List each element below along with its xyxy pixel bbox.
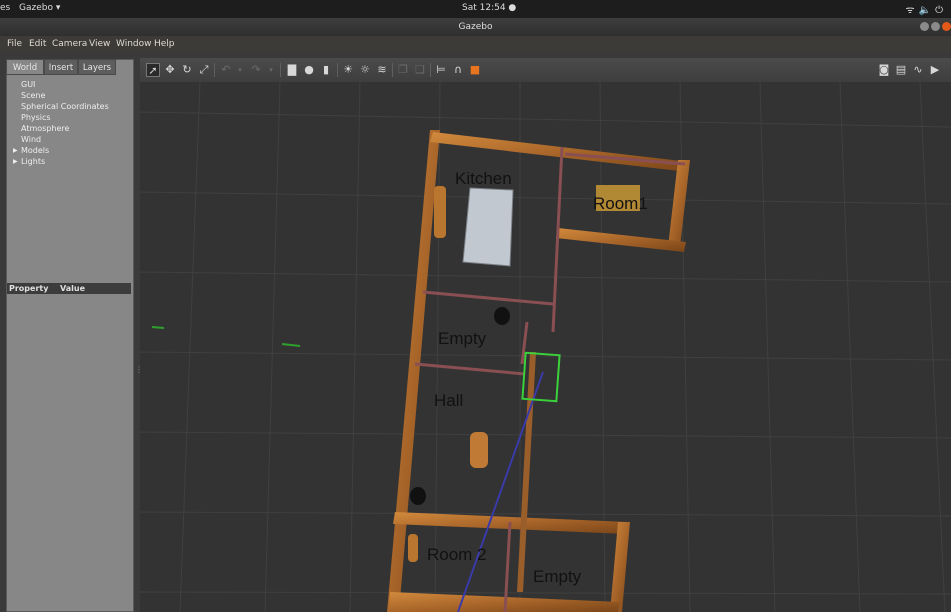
tab-world[interactable]: World	[6, 59, 44, 75]
activities-button[interactable]: es	[0, 3, 10, 13]
room-label-room1: Room1	[593, 194, 648, 213]
room-label-empty: Empty	[438, 329, 487, 348]
scale-icon[interactable]: ⤢	[197, 63, 211, 77]
clock-indicator[interactable]: Sat 12:54 ●	[462, 3, 516, 13]
undo-icon[interactable]: ↶	[219, 63, 233, 77]
directional-light-icon[interactable]: ≋	[375, 63, 389, 77]
tree-item-scene[interactable]: Scene	[7, 90, 133, 101]
cylinder-shape-icon[interactable]: ▮	[319, 63, 333, 77]
menu-help[interactable]: Help	[154, 39, 175, 49]
tab-layers[interactable]: Layers	[78, 59, 116, 75]
menu-file[interactable]: File	[7, 39, 22, 49]
redo-icon[interactable]: ↷	[249, 63, 263, 77]
menu-camera[interactable]: Camera	[52, 39, 87, 49]
box-shape-icon[interactable]: ▇	[285, 63, 299, 77]
copy-icon[interactable]: ❐	[396, 63, 410, 77]
3d-viewport[interactable]: Kitchen Room1 Empty Hall Room 2 Empty	[140, 82, 951, 612]
window-title-bar: Gazebo	[0, 18, 951, 36]
tree-item-spherical-coordinates[interactable]: Spherical Coordinates	[7, 101, 133, 112]
translate-icon[interactable]: ✥	[163, 63, 177, 77]
interior-partitions	[414, 146, 686, 612]
panel-splitter-handle[interactable]: ⋮	[135, 365, 143, 379]
app-menu-button[interactable]: Gazebo ▾	[19, 3, 60, 13]
log-icon[interactable]: ▤	[894, 63, 908, 77]
power-icon[interactable]: ⏻	[935, 5, 947, 16]
close-icon[interactable]	[942, 22, 951, 31]
align-icon[interactable]: ⊨	[434, 63, 448, 77]
ground-grid	[140, 82, 951, 612]
select-arrow-icon[interactable]: ➚	[146, 63, 160, 77]
change-view-icon[interactable]: ■	[468, 63, 482, 77]
maximize-icon[interactable]	[931, 22, 940, 31]
screenshot-icon[interactable]: ◙	[877, 63, 891, 77]
property-header: Property Value	[7, 283, 131, 294]
plot-icon[interactable]: ∿	[911, 63, 925, 77]
world-tree: GUI Scene Spherical Coordinates Physics …	[7, 79, 133, 167]
green-axis-markers	[151, 326, 301, 347]
point-light-icon[interactable]: ☀	[341, 63, 355, 77]
expand-arrow-icon[interactable]: ▶	[13, 156, 18, 167]
value-column-header: Value	[60, 284, 86, 293]
paste-icon[interactable]: ❏	[413, 63, 427, 77]
tab-insert[interactable]: Insert	[44, 59, 78, 75]
room-label-hall: Hall	[434, 391, 464, 410]
system-top-bar: es Gazebo ▾ Sat 12:54 ● ᯤ🔈⏻	[0, 0, 951, 18]
window-title: Gazebo	[458, 22, 493, 32]
scene-canvas[interactable]	[140, 82, 951, 612]
expand-arrow-icon[interactable]: ▶	[13, 145, 18, 156]
snap-icon[interactable]: ∩	[451, 63, 465, 77]
tree-item-physics[interactable]: Physics	[7, 112, 133, 123]
rotate-icon[interactable]: ↻	[180, 63, 194, 77]
room-label-empty-2: Empty	[533, 567, 582, 586]
tree-item-wind[interactable]: Wind	[7, 134, 133, 145]
main-toolbar: ➚ ✥ ↻ ⤢ ↶ ▾ ↷ ▾ ▇ ● ▮ ☀ ☼ ≋ ❐ ❏ ⊨ ∩ ■ ◙ …	[140, 58, 951, 82]
network-icon[interactable]: ᯤ	[905, 5, 918, 16]
video-record-icon[interactable]: ▶	[928, 63, 942, 77]
menu-edit[interactable]: Edit	[29, 39, 46, 49]
menu-view[interactable]: View	[89, 39, 110, 49]
undo-dropdown-icon[interactable]: ▾	[233, 63, 247, 77]
tree-item-gui[interactable]: GUI	[7, 79, 133, 90]
minimize-icon[interactable]	[920, 22, 929, 31]
room-label-room2: Room 2	[427, 545, 487, 564]
spot-light-icon[interactable]: ☼	[358, 63, 372, 77]
room-label-kitchen: Kitchen	[455, 169, 512, 188]
system-tray[interactable]: ᯤ🔈⏻	[905, 2, 947, 16]
menu-window[interactable]: Window	[116, 39, 152, 49]
menu-bar: File Edit Camera View Window Help	[0, 36, 951, 53]
camera-ray	[457, 371, 544, 612]
volume-icon[interactable]: 🔈	[919, 5, 935, 16]
tree-item-atmosphere[interactable]: Atmosphere	[7, 123, 133, 134]
sphere-shape-icon[interactable]: ●	[302, 63, 316, 77]
property-column-header: Property	[9, 284, 49, 293]
tree-item-models[interactable]: ▶ Models	[7, 145, 133, 156]
tree-item-lights[interactable]: ▶ Lights	[7, 156, 133, 167]
redo-dropdown-icon[interactable]: ▾	[264, 63, 278, 77]
